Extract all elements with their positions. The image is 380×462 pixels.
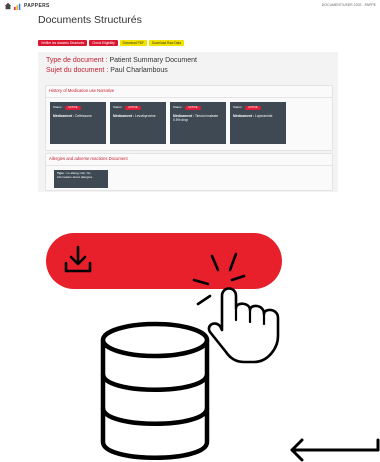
medication-value: Ceftriaxone bbox=[75, 114, 92, 118]
medication-name: Médicament : Ceftriaxone bbox=[53, 114, 104, 118]
verify-button[interactable]: Vérifier les dossiers Structurés bbox=[38, 40, 88, 46]
check-eligibility-button[interactable]: Check Eligibility bbox=[89, 40, 118, 46]
action-toolbar: Vérifier les dossiers Structurés Check E… bbox=[38, 40, 185, 46]
status-badge: ACTIVE bbox=[245, 106, 261, 110]
status-label: Status : bbox=[173, 105, 184, 109]
medications-section: History of Medication use Narrative Stat… bbox=[45, 85, 333, 151]
medication-value: Loperamide bbox=[255, 114, 273, 118]
medication-card[interactable]: Status : ACTIVE Médicament : Levothyroxin… bbox=[110, 102, 166, 144]
status-label: Status : bbox=[53, 105, 64, 109]
medication-card[interactable]: Status : ACTIVE Médicament : Timolol male… bbox=[170, 102, 226, 144]
document-subject-value: Paul Charlambous bbox=[110, 67, 168, 74]
app-logo[interactable]: PAPPERS bbox=[14, 2, 50, 10]
section-divider bbox=[46, 97, 332, 98]
download-icon bbox=[64, 245, 92, 273]
medication-label: Médicament : bbox=[233, 114, 255, 118]
section-divider bbox=[46, 165, 332, 166]
logo-mark-icon bbox=[14, 3, 21, 10]
allergies-section-title[interactable]: Allergies and adverse reactions Document bbox=[49, 156, 128, 161]
status-row: Status : ACTIVE bbox=[53, 105, 81, 110]
status-row: Status : ACTIVE bbox=[173, 105, 201, 110]
logo-text: PAPPERS bbox=[24, 3, 50, 9]
user-info[interactable]: DOCUMENT/USER 2202 - PAPPE bbox=[322, 3, 376, 7]
document-type-label: Type de document : bbox=[46, 57, 108, 64]
status-label: Status : bbox=[233, 105, 244, 109]
allergy-card[interactable]: Type : no allergy risk. No information a… bbox=[54, 170, 108, 188]
medication-card[interactable]: Status : ACTIVE Médicament : Loperamide bbox=[230, 102, 286, 144]
document-subject: Sujet du document : Paul Charlambous bbox=[46, 67, 168, 74]
download-pdf-button[interactable]: Download PDF bbox=[119, 40, 147, 46]
medication-name: Médicament : Levothyroxine bbox=[113, 114, 164, 118]
status-badge: ACTIVE bbox=[125, 106, 141, 110]
medication-card[interactable]: Status : ACTIVE Médicament : Ceftriaxone bbox=[50, 102, 106, 144]
database-icon bbox=[100, 321, 210, 460]
document-type-value: Patient Summary Document bbox=[109, 57, 197, 64]
arrow-left-icon bbox=[290, 438, 380, 462]
page-title: Documents Structurés bbox=[38, 14, 142, 26]
medication-name: Médicament : Loperamide bbox=[233, 114, 284, 118]
document-card: Type de document : Patient Summary Docum… bbox=[38, 52, 338, 192]
download-raw-data-button[interactable]: Download Raw Data bbox=[149, 40, 185, 46]
top-bar: PAPPERS DOCUMENT/USER 2202 - PAPPE bbox=[0, 0, 380, 12]
document-subject-label: Sujet du document : bbox=[46, 67, 109, 74]
medication-name: Médicament : Timolol maleate 0.5% drop bbox=[173, 114, 224, 122]
status-row: Status : ACTIVE bbox=[233, 105, 261, 110]
status-badge: ACTIVE bbox=[185, 106, 201, 110]
medication-label: Médicament : bbox=[53, 114, 75, 118]
home-icon[interactable] bbox=[4, 2, 12, 10]
allergies-section: Allergies and adverse reactions Document… bbox=[45, 153, 333, 191]
document-type: Type de document : Patient Summary Docum… bbox=[46, 57, 197, 64]
status-badge: ACTIVE bbox=[65, 106, 81, 110]
medication-value: Levothyroxine bbox=[135, 114, 156, 118]
medications-section-title[interactable]: History of Medication use Narrative bbox=[49, 88, 114, 93]
status-row: Status : ACTIVE bbox=[113, 105, 141, 110]
medication-label: Médicament : bbox=[113, 114, 135, 118]
status-label: Status : bbox=[113, 105, 124, 109]
